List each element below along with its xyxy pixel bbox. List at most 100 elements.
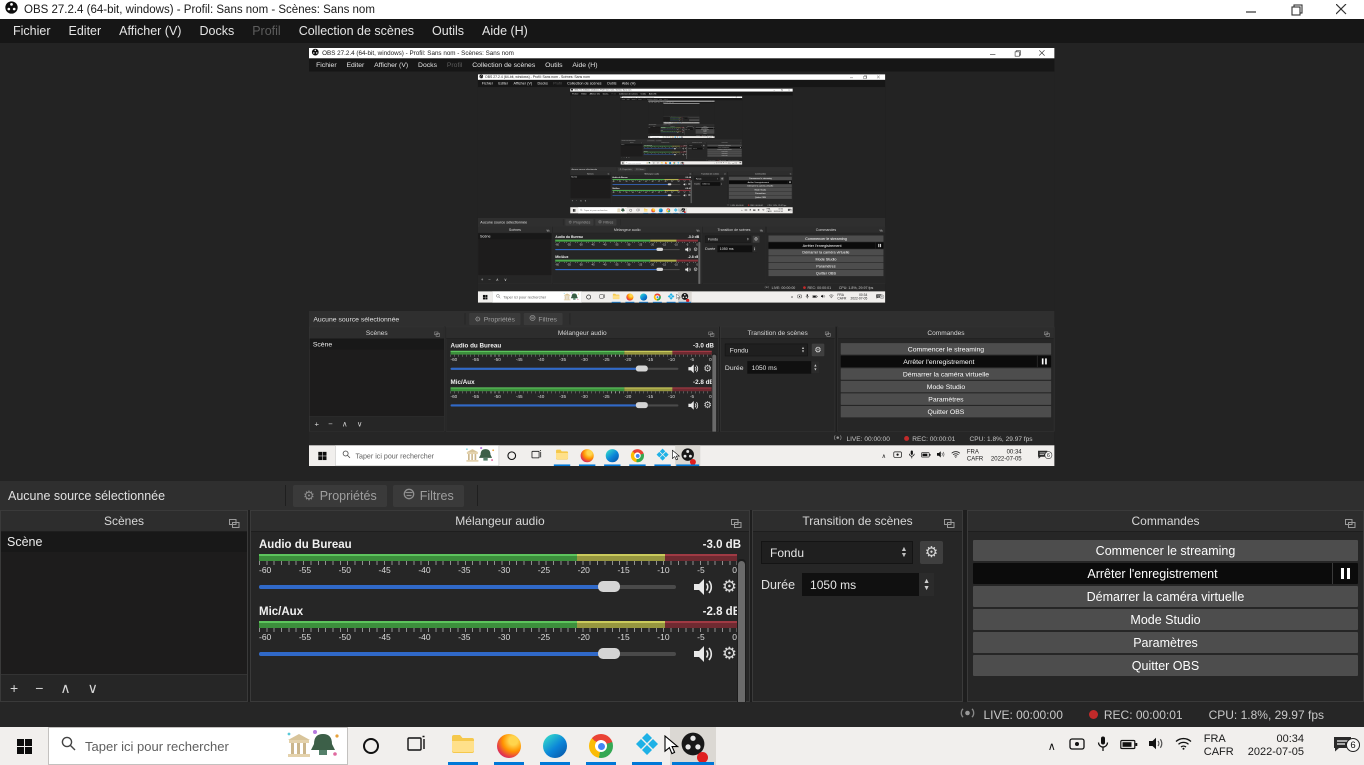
dock-icon[interactable] <box>1345 516 1356 534</box>
settings-button: Paramètres <box>841 393 1051 404</box>
language-indicator[interactable]: FRA CAFR <box>1204 733 1234 759</box>
menu-editer[interactable]: Editer <box>60 19 111 43</box>
start-virtual-camera-button[interactable]: Démarrer la caméra virtuelle <box>973 586 1358 607</box>
menu-bar: Fichier Editer Afficher (V) Docks Profil… <box>0 19 1364 43</box>
dock-icon[interactable] <box>229 516 240 534</box>
meter-tick-label: -10 <box>668 357 675 362</box>
transition-type-dropdown[interactable]: Fondu ▲▼ <box>761 541 913 564</box>
window-controls <box>981 48 1055 58</box>
taskbar-app-chrome[interactable] <box>578 727 624 765</box>
screen-record-tray-icon[interactable] <box>1069 737 1086 756</box>
stop-recording-button[interactable]: Arrêter l'enregistrement <box>973 563 1358 584</box>
add-scene-button: + <box>314 420 318 428</box>
firefox-icon <box>665 162 667 164</box>
channel-settings-gear-icon[interactable]: ⚙ <box>722 645 737 662</box>
taskbar-search-box: Taper ici pour rechercher <box>625 161 652 164</box>
volume-slider <box>451 404 679 406</box>
menu-outils[interactable]: Outils <box>423 19 473 43</box>
quit-obs-button[interactable]: Quitter OBS <box>973 655 1358 676</box>
menu-aide[interactable]: Aide (H) <box>473 19 537 43</box>
meter-yellow-zone <box>650 260 676 262</box>
meter-tick-label: -55 <box>647 153 648 154</box>
menu-profil: Profil <box>551 80 565 87</box>
volume-slider[interactable] <box>259 652 676 656</box>
taskbar-app-file-explorer[interactable] <box>440 727 486 765</box>
status-bar: LIVE: 00:00:00 REC: 00:00:01 CPU: 1.8%, … <box>0 702 1364 727</box>
move-scene-up-button[interactable]: ∧ <box>60 681 70 695</box>
meter-tick-label: -25 <box>538 632 550 642</box>
filters-button[interactable]: Filtres <box>393 485 464 507</box>
taskbar-clock[interactable]: 00:34 2022-07-05 <box>1248 733 1304 759</box>
speaker-icon[interactable] <box>694 579 714 595</box>
dock-icon[interactable] <box>944 516 955 534</box>
pause-recording-button[interactable] <box>1332 563 1358 584</box>
wifi-tray-icon <box>829 294 834 299</box>
audio-level-meter <box>259 554 737 561</box>
microphone-tray-icon[interactable] <box>1097 736 1109 757</box>
scene-list-item[interactable]: Scène <box>1 532 247 552</box>
task-view-button[interactable] <box>394 727 440 765</box>
windows-logo-icon <box>318 452 326 460</box>
add-scene-button[interactable]: + <box>10 681 18 695</box>
taskbar-search-box[interactable]: Taper ici pour rechercher <box>48 727 348 765</box>
meter-yellow-zone <box>577 621 665 628</box>
cpu-fps-stats: CPU: 1.8%, 29.97 fps <box>767 204 786 206</box>
speaker-icon[interactable] <box>694 646 714 662</box>
search-highlight-illustration[interactable] <box>285 728 343 765</box>
taskbar-app-edge[interactable] <box>532 727 578 765</box>
menu-afficher[interactable]: Afficher (V) <box>110 19 190 43</box>
gear-icon: ⚙ <box>925 545 938 560</box>
remove-scene-button[interactable]: − <box>35 681 43 695</box>
wifi-tray-icon[interactable] <box>1175 737 1192 755</box>
taskbar-app-firefox <box>649 207 657 213</box>
menu-docks[interactable]: Docks <box>190 19 243 43</box>
meter-tick-label: -50 <box>625 192 627 194</box>
cortana-icon <box>586 295 591 300</box>
volume-slider-handle[interactable] <box>598 648 620 659</box>
microphone-tray-icon <box>718 162 719 164</box>
duration-input[interactable]: 1050 ms ▲▼ <box>802 573 934 596</box>
start-button[interactable] <box>0 727 48 765</box>
search-highlight-illustration <box>563 292 580 303</box>
action-center-button[interactable]: 6 <box>1320 735 1364 757</box>
menu-fichier[interactable]: Fichier <box>4 19 60 43</box>
menu-collection-scenes[interactable]: Collection de scènes <box>290 19 423 43</box>
mixer-scrollbar[interactable] <box>737 559 746 714</box>
file-explorer-icon <box>555 449 568 463</box>
minimize-button[interactable] <box>1229 0 1274 19</box>
volume-slider-handle[interactable] <box>598 581 620 592</box>
close-button[interactable] <box>1319 0 1364 19</box>
transition-settings-button[interactable]: ⚙ <box>920 541 943 564</box>
cortana-button[interactable] <box>348 727 394 765</box>
volume-tray-icon[interactable] <box>1149 737 1164 755</box>
obs-desktop: OBS 27.2.4 (64-bit, windows) - Profil: S… <box>309 48 1054 466</box>
move-scene-down-button[interactable]: ∨ <box>88 681 98 695</box>
transition-panel: Transition de scènes Fondu ▲▼ ⚙ Durée <box>702 227 765 284</box>
meter-tick-label: -5 <box>686 243 688 246</box>
taskbar-clock: 00:34 2022-07-05 <box>991 449 1022 463</box>
settings-button[interactable]: Paramètres <box>973 632 1358 653</box>
obs-desktop: OBS 27.2.4 (64-bit, windows) - Profil: S… <box>478 74 885 302</box>
transition-settings-button: ⚙ <box>812 344 825 357</box>
battery-tray-icon[interactable] <box>1120 737 1138 755</box>
pause-icon <box>1045 358 1047 364</box>
volume-slider[interactable] <box>259 585 676 589</box>
start-streaming-button[interactable]: Commencer le streaming <box>973 540 1358 561</box>
quit-obs-button: Quitter OBS <box>696 133 715 134</box>
preview-area[interactable]: OBS 27.2.4 (64-bit, windows) - Profil: S… <box>0 43 1364 481</box>
tray-chevron-up-icon[interactable]: ∧ <box>1048 740 1056 753</box>
mixer-scrollbar-thumb[interactable] <box>738 561 745 709</box>
pause-icon <box>1341 568 1344 579</box>
channel-settings-gear-icon[interactable]: ⚙ <box>722 578 737 595</box>
spinner-arrows-icon[interactable]: ▲▼ <box>919 573 934 596</box>
window-controls <box>1229 0 1364 19</box>
properties-button[interactable]: ⚙ Propriétés <box>293 485 387 507</box>
add-scene-button: + <box>572 200 573 202</box>
restore-button[interactable] <box>1274 0 1319 19</box>
studio-mode-button[interactable]: Mode Studio <box>973 609 1358 630</box>
taskbar-app-firefox[interactable] <box>486 727 532 765</box>
menu-outils: Outils <box>604 80 619 87</box>
filters-label: Filtres <box>603 220 613 224</box>
meter-tick-label: -55 <box>647 147 648 148</box>
taskbar-app-edge <box>600 445 625 466</box>
